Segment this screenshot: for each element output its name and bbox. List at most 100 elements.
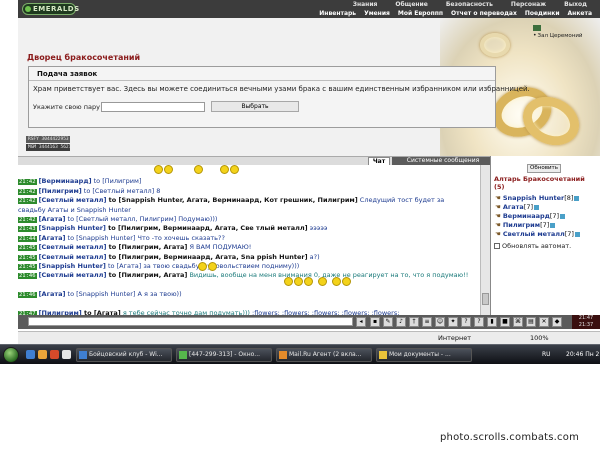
smiley-icon <box>194 165 203 174</box>
chat-author[interactable]: [Светлый металл] <box>39 271 107 279</box>
menu-exit[interactable]: Выход <box>555 1 596 8</box>
tools-icon[interactable]: ✕ <box>539 317 549 327</box>
clear-icon[interactable]: ▪ <box>370 317 380 327</box>
chat-timestamp[interactable]: 21:45 <box>18 264 37 270</box>
help-icon[interactable]: ? <box>474 317 484 327</box>
chat-timestamp[interactable]: 21:46 <box>18 292 37 299</box>
ie-icon[interactable] <box>26 350 35 359</box>
auto-update-checkbox[interactable] <box>494 243 500 249</box>
form-heading: Подача заявок <box>37 70 98 78</box>
chat-icon[interactable]: ◆ <box>552 317 562 327</box>
info-icon[interactable] <box>534 204 540 210</box>
info-icon[interactable] <box>560 213 566 219</box>
partner-input[interactable] <box>101 102 205 112</box>
menu-character[interactable]: Персонаж <box>502 1 555 8</box>
refresh-button[interactable]: Обновить <box>527 164 561 173</box>
menu-transfers[interactable]: Отчет о переводах <box>447 10 521 17</box>
menu-knowledge[interactable]: Знания <box>344 1 387 8</box>
taskbar-item-mail-agent[interactable]: Mail.Ru Агент (2 вкла... <box>276 348 372 362</box>
user-list-item[interactable]: ☚ Светлый металл[7] <box>495 230 580 238</box>
scrollbar-thumb[interactable] <box>482 293 489 305</box>
scroll-icon[interactable]: ≡ <box>422 317 432 327</box>
dance-icon[interactable]: ✦ <box>448 317 458 327</box>
chat-timestamp[interactable]: 21:43 <box>18 226 37 233</box>
counter-badge[interactable]: MGM 3444163 56215 <box>26 144 70 151</box>
menu-security[interactable]: Безопасность <box>437 1 502 8</box>
chat-author[interactable]: [Верминаард] <box>39 177 92 185</box>
ceremony-hall-link[interactable]: Зал Церемоний <box>538 33 583 39</box>
taskbar-item-fight-club[interactable]: Бойцовский клуб - Wi... <box>76 348 172 362</box>
menu-fights[interactable]: Поединки <box>521 10 564 17</box>
user-list-item[interactable]: ☚ Пилигрим[7] <box>495 221 556 229</box>
user-name[interactable]: Верминаард <box>503 212 550 220</box>
menu-inventory[interactable]: Инвентарь <box>315 10 360 17</box>
chat-author[interactable]: [Snappish Hunter] <box>39 224 106 232</box>
auto-update-label: Обновлять автомат. <box>502 242 572 250</box>
user-list-item[interactable]: ☚ Агата[7] <box>495 203 540 211</box>
stats-icon[interactable]: ▮ <box>487 317 497 327</box>
chat-message: 21:45 [Светлый металл] to [Пилигрим, Верм… <box>18 253 320 262</box>
user-name[interactable]: Snappish Hunter <box>503 194 564 202</box>
user-list-item[interactable]: ☚ Snappish Hunter[8] <box>495 194 580 202</box>
user-name[interactable]: Агата <box>503 203 524 211</box>
chat-message: 21:42 [Агата] to [Светлый металл, Пилигри… <box>18 215 217 224</box>
chat-log: 21:42 [Верминаард] to [Пилигрим] 21:42 [Пил… <box>18 165 480 315</box>
chat-timestamp[interactable]: 21:46 <box>18 273 37 280</box>
language-indicator[interactable]: RU <box>542 351 551 358</box>
person-icon[interactable]: ☺ <box>435 317 445 327</box>
sound-icon[interactable]: ♪ <box>396 317 406 327</box>
taskbar-item-icq-window[interactable]: [447-299-313] - Окно... <box>176 348 272 362</box>
chat-author[interactable]: [Агата] <box>39 290 66 298</box>
send-arrow-icon[interactable]: ◂ <box>356 317 366 327</box>
counter-badge[interactable]: RSFY 3044422953 <box>26 136 70 143</box>
menu-communication[interactable]: Общение <box>386 1 436 8</box>
filter-icon[interactable]: ✎ <box>383 317 393 327</box>
chat-author[interactable]: [Светлый металл] <box>39 253 107 261</box>
auto-update-toggle[interactable]: Обновлять автомат. <box>494 242 571 250</box>
emeralds-logo[interactable]: EMERALDS <box>22 3 79 15</box>
chat-author[interactable]: [Светлый металл] <box>39 196 107 204</box>
chat-author[interactable]: [Snappish Hunter] <box>39 262 106 270</box>
chat-author[interactable]: [Светлый металл] <box>39 243 107 251</box>
menu-profile[interactable]: Анкета <box>564 10 596 17</box>
folder-icon[interactable] <box>38 350 47 359</box>
taskbar-item-documents[interactable]: Мои документы - ... <box>376 348 472 362</box>
zoom-level[interactable]: 100% <box>530 334 549 342</box>
sword-icon[interactable]: † <box>409 317 419 327</box>
menu-skills[interactable]: Умения <box>360 10 394 17</box>
opera-icon[interactable] <box>50 350 59 359</box>
system-clock[interactable]: 20:46 Пн 2 <box>566 351 599 358</box>
task-label: Бойцовский клуб - Wi... <box>89 351 163 358</box>
chat-author[interactable]: [Агата] <box>39 215 66 223</box>
user-name[interactable]: Пилигрим <box>503 221 540 229</box>
toggle-icon[interactable]: ■ <box>500 317 510 327</box>
user-level: [7] <box>549 212 560 220</box>
smiley-icon <box>198 262 207 271</box>
user-list-item[interactable]: ☚ Верминаард[7] <box>495 212 566 220</box>
chat-recipients: to [Светлый металл, Пилигрим] Подумаю))) <box>65 215 218 223</box>
info-icon[interactable] <box>574 231 580 237</box>
chat-timestamp[interactable]: 21:42 <box>18 179 37 186</box>
chat-author[interactable]: [Пилигрим] <box>39 187 82 195</box>
help-icon[interactable]: ? <box>461 317 471 327</box>
chat-message-input[interactable] <box>28 317 353 326</box>
key-icon[interactable]: ⌘ <box>513 317 523 327</box>
chat-author[interactable]: [Агата] <box>39 234 66 242</box>
chat-timestamp[interactable]: 21:42 <box>18 217 37 223</box>
chat-timestamp[interactable]: 21:42 <box>18 198 37 205</box>
chat-scrollbar[interactable] <box>480 165 490 315</box>
chat-timestamp[interactable]: 21:44 <box>18 235 37 242</box>
notepad-icon[interactable] <box>62 350 71 359</box>
book-icon[interactable]: ▤ <box>526 317 536 327</box>
hand-icon: ☚ <box>495 221 501 229</box>
menu-europe[interactable]: Мой Европпп <box>394 10 447 17</box>
chat-timestamp[interactable]: 21:42 <box>18 188 37 195</box>
choose-button[interactable]: Выбрать <box>211 101 299 112</box>
chat-timestamp[interactable]: 21:45 <box>18 245 37 252</box>
info-icon[interactable] <box>574 195 580 201</box>
info-icon[interactable] <box>550 222 556 228</box>
chat-text: за твою свадьбу с удовольствием подниму)… <box>141 262 300 270</box>
user-name[interactable]: Светлый металл <box>503 230 565 238</box>
start-button[interactable] <box>3 347 19 363</box>
chat-timestamp[interactable]: 21:45 <box>18 254 37 261</box>
